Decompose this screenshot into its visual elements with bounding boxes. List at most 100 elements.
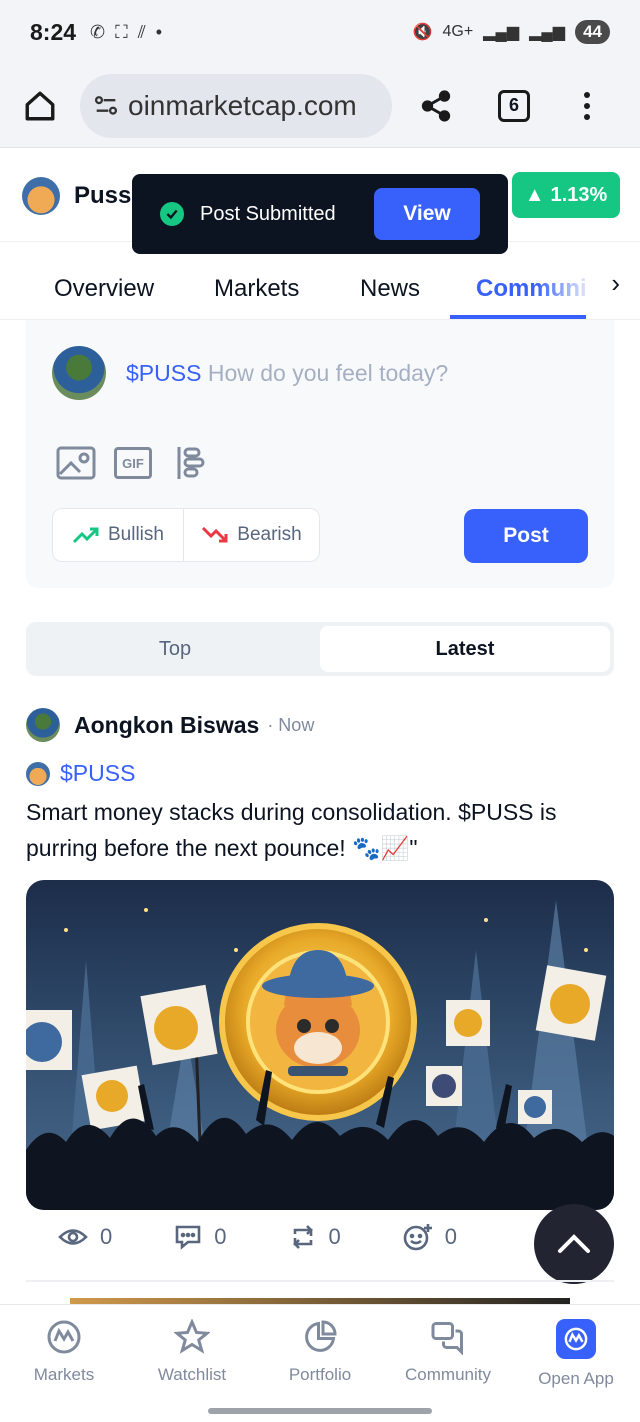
- pie-chart-icon: [305, 1320, 337, 1352]
- repost-icon: [292, 1225, 313, 1249]
- tab-markets[interactable]: Markets: [214, 275, 299, 319]
- add-reaction-icon: [403, 1224, 432, 1251]
- post-author[interactable]: Aongkon Biswas: [74, 712, 259, 739]
- markets-icon: [47, 1320, 81, 1354]
- bullish-label: Bullish: [108, 524, 164, 545]
- chevron-right-icon[interactable]: ›: [611, 268, 620, 299]
- bullish-button[interactable]: Bullish: [53, 509, 183, 561]
- composer-tools: GIF: [56, 446, 210, 480]
- post-ticker[interactable]: $PUSS: [60, 760, 135, 787]
- network-label: 4G+: [442, 23, 474, 40]
- gif-icon[interactable]: GIF: [114, 447, 152, 479]
- toast-view-button[interactable]: View: [374, 188, 480, 240]
- post-ticker-row: $PUSS: [26, 760, 135, 787]
- coin-logo: [22, 176, 60, 215]
- home-button[interactable]: [20, 86, 60, 126]
- tabs-fade: [536, 255, 596, 315]
- post-time: · Now: [267, 714, 315, 735]
- views-count: 0: [100, 1224, 113, 1249]
- poll-icon[interactable]: [170, 446, 210, 480]
- comments-count: 0: [214, 1224, 227, 1249]
- composer-ticker: $PUSS: [126, 360, 202, 386]
- star-icon: [174, 1319, 210, 1354]
- post-submitted-toast: Post Submitted View: [132, 174, 508, 254]
- tab-overview[interactable]: Overview: [54, 275, 154, 319]
- coin-name: Puss: [74, 181, 132, 209]
- mute-icon: 🔇: [412, 24, 433, 41]
- reactions-count: 0: [444, 1224, 457, 1249]
- avatar[interactable]: [26, 708, 60, 742]
- signal-icon-2: ▂▄▆: [529, 24, 566, 41]
- nav-label: Community: [405, 1365, 491, 1384]
- signal-off-icon: ⫽: [137, 21, 146, 42]
- sentiment-selector: Bullish Bearish: [52, 508, 320, 562]
- bearish-label: Bearish: [237, 524, 302, 545]
- nav-community[interactable]: Community: [384, 1305, 512, 1422]
- post-button[interactable]: Post: [464, 509, 588, 563]
- trend-up-icon: [72, 527, 99, 544]
- views-stat: 0: [58, 1224, 112, 1250]
- gesture-bar: [208, 1408, 432, 1414]
- filter-latest[interactable]: Latest: [320, 626, 610, 672]
- screenshot-icon: ⛶: [115, 21, 128, 42]
- nav-markets[interactable]: Markets: [0, 1305, 128, 1422]
- signal-icon: ▂▄▆: [483, 24, 520, 41]
- coin-logo: [26, 761, 50, 786]
- post-header: Aongkon Biswas · Now: [26, 708, 314, 742]
- nav-portfolio[interactable]: Portfolio: [256, 1305, 384, 1422]
- scroll-to-top-button[interactable]: [534, 1204, 614, 1284]
- reaction-button[interactable]: 0: [403, 1222, 457, 1252]
- tab-switcher-button[interactable]: 6: [498, 89, 530, 122]
- more-icon-dot: [584, 113, 590, 120]
- divider: [26, 1280, 614, 1282]
- battery-badge: 44: [575, 20, 610, 44]
- composer-placeholder: How do you feel today?: [207, 360, 449, 386]
- status-bar: 8:24 ✆ ⛶ ⫽ • 🔇 4G+ ▂▄▆ ▂▄▆ 44: [0, 0, 640, 64]
- cmc-app-icon: [556, 1319, 596, 1359]
- up-triangle-icon: ▲: [524, 183, 545, 206]
- address-bar[interactable]: oinmarketcap.com: [80, 73, 392, 138]
- nav-open-app[interactable]: Open App: [512, 1305, 640, 1422]
- more-options-button[interactable]: [584, 91, 590, 120]
- composer-input[interactable]: $PUSS How do you feel today?: [126, 360, 448, 387]
- price-change-value: 1.13%: [550, 183, 608, 206]
- reposts-count: 0: [328, 1224, 341, 1249]
- trend-down-icon: [202, 526, 228, 543]
- filter-top[interactable]: Top: [30, 626, 320, 672]
- status-icons-right: 🔇 4G+ ▂▄▆ ▂▄▆ 44: [413, 20, 610, 44]
- post-stats: 0 0 0 0: [58, 1222, 519, 1252]
- tab-news[interactable]: News: [360, 275, 420, 319]
- feed-filter: Top Latest: [26, 622, 614, 676]
- bottom-navigation: Markets Watchlist Portfolio Community Op…: [0, 1304, 640, 1422]
- nav-label: Markets: [33, 1365, 95, 1384]
- home-icon: [25, 91, 55, 120]
- repost-button[interactable]: 0: [289, 1224, 341, 1250]
- comment-icon: [175, 1225, 201, 1250]
- cat-coin-illustration: [26, 900, 614, 1210]
- share-button[interactable]: [416, 86, 456, 126]
- status-icons-left: ✆ ⛶ ⫽ •: [90, 22, 162, 43]
- nav-label: Open App: [538, 1369, 614, 1388]
- toast-message: Post Submitted: [200, 202, 336, 225]
- image-icon[interactable]: [56, 446, 96, 480]
- active-tab-indicator: [450, 315, 586, 319]
- comment-button[interactable]: 0: [174, 1224, 227, 1250]
- browser-toolbar: oinmarketcap.com 6: [0, 64, 640, 148]
- bearish-button[interactable]: Bearish: [183, 509, 319, 561]
- avatar: [52, 346, 106, 400]
- post-body: Smart money stacks during consolidation.…: [26, 799, 557, 861]
- site-settings-icon: [94, 95, 118, 115]
- nav-label: Portfolio: [288, 1365, 352, 1384]
- post-composer: $PUSS How do you feel today? GIF Bullish…: [26, 320, 614, 588]
- chat-bubbles-icon: [431, 1322, 463, 1355]
- chevron-up-icon: [558, 1234, 590, 1253]
- share-icon: [421, 89, 451, 122]
- nav-watchlist[interactable]: Watchlist: [128, 1305, 256, 1422]
- more-icon-dot: [584, 91, 590, 98]
- url-text: oinmarketcap.com: [128, 89, 357, 121]
- more-icon-dot: [584, 102, 590, 109]
- price-change-badge: ▲ 1.13%: [512, 172, 620, 218]
- nav-label: Watchlist: [157, 1365, 227, 1384]
- post-image[interactable]: [26, 880, 614, 1210]
- eye-icon: [58, 1229, 88, 1245]
